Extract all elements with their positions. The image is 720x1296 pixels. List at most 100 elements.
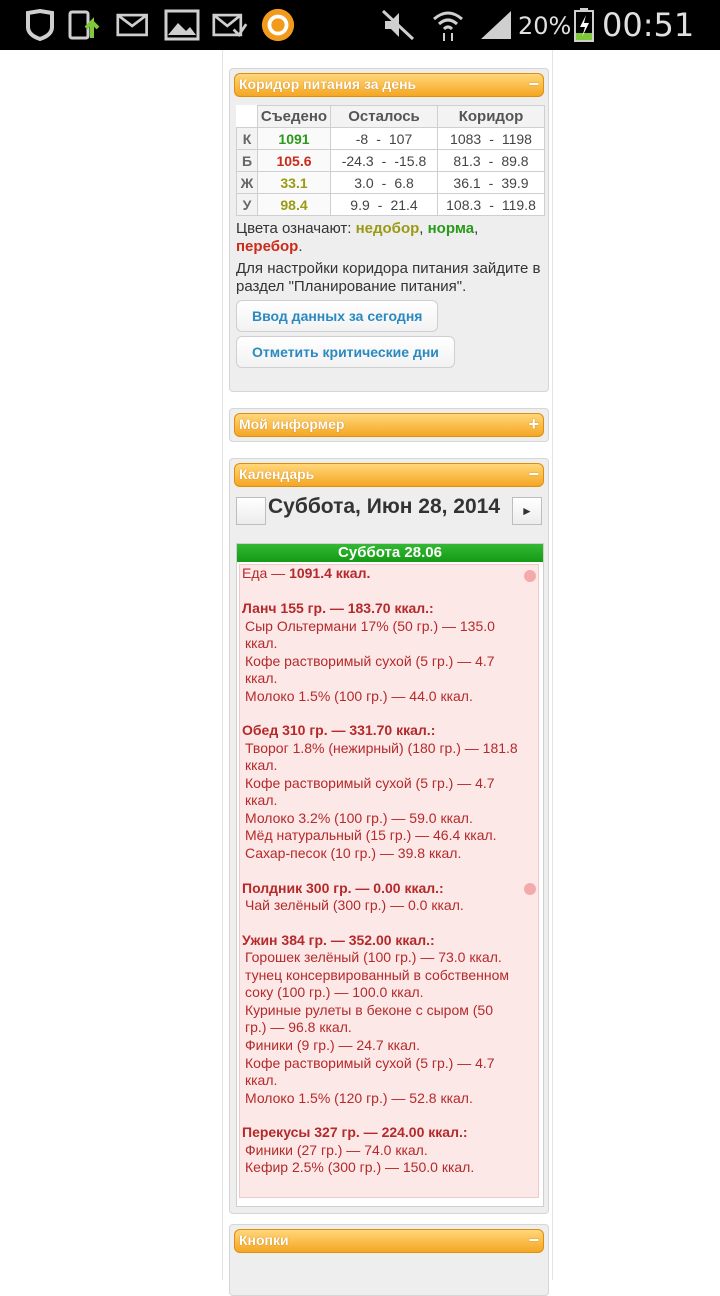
food-text: Финики (27 гр.) — 74.0 ккал. bbox=[245, 1142, 428, 1158]
row-label: Ж bbox=[236, 171, 258, 194]
food-item: Творог 1.8% (нежирный) (180 гр.) — 181.8 bbox=[242, 740, 536, 758]
legend-under: недобор bbox=[355, 220, 420, 237]
food-text: ккал. bbox=[245, 635, 278, 651]
day-header: Суббота 28.06 bbox=[237, 544, 543, 562]
food-item: соку (100 гр.) — 100.0 ккал. bbox=[242, 984, 536, 1002]
collapse-icon[interactable]: − bbox=[528, 464, 539, 484]
food-item: ккал. bbox=[242, 757, 536, 775]
content-column: Коридор питания за день − Съедено Остало… bbox=[223, 50, 552, 1296]
row-label: У bbox=[236, 193, 258, 216]
food-item: Горошек зелёный (100 гр.) — 73.0 ккал. bbox=[242, 949, 536, 967]
food-text: ккал. bbox=[245, 670, 278, 686]
left-range: 9.9-21.4 bbox=[330, 193, 438, 216]
meal-header: Ланч 155 гр. — 183.70 ккал.: bbox=[242, 600, 536, 618]
email-icon bbox=[116, 8, 152, 42]
food-text: Молоко 3.2% (100 гр.) — 59.0 ккал. bbox=[245, 810, 473, 826]
status-bar: 20% 00:51 bbox=[0, 0, 720, 50]
food-text: гр.) — 96.8 ккал. bbox=[245, 1019, 352, 1035]
corr-from: 81.3 bbox=[453, 152, 481, 169]
informer-panel: Мой информер + bbox=[229, 408, 549, 442]
calendar-title: Календарь bbox=[239, 466, 315, 482]
corridor-title: Коридор питания за день bbox=[239, 76, 417, 92]
day-card: Суббота 28.06 Еда — 1091.4 ккал. Ланч 155… bbox=[236, 543, 544, 1207]
clock: 00:51 bbox=[602, 6, 695, 44]
food-item: Кофе растворимый сухой (5 гр.) — 4.7 bbox=[242, 653, 536, 671]
buttons-title: Кнопки bbox=[239, 1232, 289, 1248]
left-to: 107 bbox=[388, 130, 413, 147]
range-dash: - bbox=[381, 152, 387, 169]
mute-icon bbox=[380, 8, 416, 42]
corridor-panel-header[interactable]: Коридор питания за день − bbox=[234, 73, 544, 97]
corridor-range: 108.3-119.8 bbox=[437, 193, 545, 216]
shield-app-icon bbox=[22, 8, 58, 42]
food-item: Финики (27 гр.) — 74.0 ккал. bbox=[242, 1142, 536, 1160]
left-from: -8 bbox=[355, 130, 369, 147]
food-text: Кофе растворимый сухой (5 гр.) — 4.7 bbox=[245, 653, 495, 669]
food-text: Горошек зелёный (100 гр.) — 73.0 ккал. bbox=[245, 949, 502, 965]
food-item: Молоко 1.5% (120 гр.) — 52.8 ккал. bbox=[242, 1090, 536, 1108]
corr-from: 1083 bbox=[450, 130, 482, 147]
kcal-bold: Ужин 384 гр. — 352.00 ккал.: bbox=[242, 932, 435, 948]
color-legend: Цвета означают: недобор, норма, перебор. bbox=[236, 220, 542, 256]
expand-icon[interactable]: + bbox=[528, 414, 539, 434]
kcal-bold: Перекусы 327 гр. — 224.00 ккал.: bbox=[242, 1124, 468, 1140]
range-dash: - bbox=[488, 174, 494, 191]
food-text: Молоко 1.5% (100 гр.) — 44.0 ккал. bbox=[245, 688, 473, 704]
collapse-icon[interactable]: − bbox=[528, 1230, 539, 1250]
range-dash: - bbox=[489, 130, 494, 147]
buttons-panel-header[interactable]: Кнопки − bbox=[234, 1229, 544, 1253]
legend-comma-2: , bbox=[474, 220, 479, 237]
food-text: Кофе растворимый сухой (5 гр.) — 4.7 bbox=[245, 775, 495, 791]
food-text: Куриные рулеты в беконе с сыром (50 bbox=[245, 1002, 493, 1018]
corr-to: 89.8 bbox=[501, 152, 529, 169]
next-day-button[interactable]: ► bbox=[512, 497, 542, 525]
meal-header: Полдник 300 гр. — 0.00 ккал.: bbox=[242, 880, 536, 898]
calendar-nav: Суббота, Июн 28, 2014 ► bbox=[236, 495, 544, 529]
food-item: Финики (9 гр.) — 24.7 ккал. bbox=[242, 1037, 536, 1055]
input-today-button[interactable]: Ввод данных за сегодня bbox=[236, 300, 439, 332]
food-text: ккал. bbox=[245, 792, 278, 808]
eaten-value: 1091 bbox=[257, 127, 331, 150]
left-from: -24.3 bbox=[341, 152, 374, 169]
legend-over: перебор bbox=[236, 238, 299, 255]
prev-day-button[interactable] bbox=[236, 497, 266, 525]
range-dash: - bbox=[489, 196, 494, 213]
food-item: Кофе растворимый сухой (5 гр.) — 4.7 bbox=[242, 1055, 536, 1073]
legend-norm: норма bbox=[427, 220, 475, 237]
row-label: К bbox=[236, 127, 258, 150]
critical-days-button[interactable]: Отметить критические дни bbox=[236, 336, 455, 368]
food-text: Финики (9 гр.) — 24.7 ккал. bbox=[245, 1037, 420, 1053]
col-left: Осталось bbox=[330, 105, 438, 128]
kcal-bold: Ланч 155 гр. — 183.70 ккал.: bbox=[242, 600, 434, 616]
table-row: Б 105.6 -24.3- -15.8 81.3-89.8 bbox=[236, 149, 545, 172]
table-row: К 1091 -8-107 1083-1198 bbox=[236, 127, 545, 150]
left-range: 3.0-6.8 bbox=[330, 171, 438, 194]
range-dash: - bbox=[488, 152, 494, 169]
legend-comma: , bbox=[419, 220, 428, 237]
food-item: Молоко 3.2% (100 гр.) — 59.0 ккал. bbox=[242, 810, 536, 828]
meal-header: Обед 310 гр. — 331.70 ккал.: bbox=[242, 722, 536, 740]
food-text: Еда — bbox=[242, 565, 290, 581]
food-item: ккал. bbox=[242, 670, 536, 688]
buttons-panel: Кнопки − bbox=[229, 1224, 549, 1296]
food-text: Молоко 1.5% (120 гр.) — 52.8 ккал. bbox=[245, 1090, 473, 1106]
food-text: тунец консервированный в собственном bbox=[245, 967, 509, 983]
col-corridor: Коридор bbox=[437, 105, 545, 128]
left-to: 6.8 bbox=[394, 174, 414, 191]
corner-cell bbox=[236, 105, 258, 128]
battery-percent: 20% bbox=[518, 12, 572, 40]
day-food-log: Еда — 1091.4 ккал. Ланч 155 гр. — 183.70 … bbox=[239, 564, 539, 1198]
page-right-margin bbox=[552, 50, 720, 1280]
calendar-panel-header[interactable]: Календарь − bbox=[234, 463, 544, 487]
food-item: Сыр Ольтермани 17% (50 гр.) — 135.0 bbox=[242, 618, 536, 636]
food-text: Мёд натуральный (15 гр.) — 46.4 ккал. bbox=[245, 827, 497, 843]
corridor-header-row: Съедено Осталось Коридор bbox=[236, 105, 545, 128]
mail-check-icon bbox=[212, 8, 248, 42]
collapse-icon[interactable]: − bbox=[528, 74, 539, 94]
range-dash: - bbox=[377, 196, 383, 213]
eaten-value: 105.6 bbox=[257, 149, 331, 172]
food-text: ккал. bbox=[245, 757, 278, 773]
informer-panel-header[interactable]: Мой информер + bbox=[234, 413, 544, 437]
food-text: Кефир 2.5% (300 гр.) — 150.0 ккал. bbox=[245, 1159, 475, 1175]
settings-hint: Для настройки коридора питания зайдите в… bbox=[236, 260, 541, 295]
